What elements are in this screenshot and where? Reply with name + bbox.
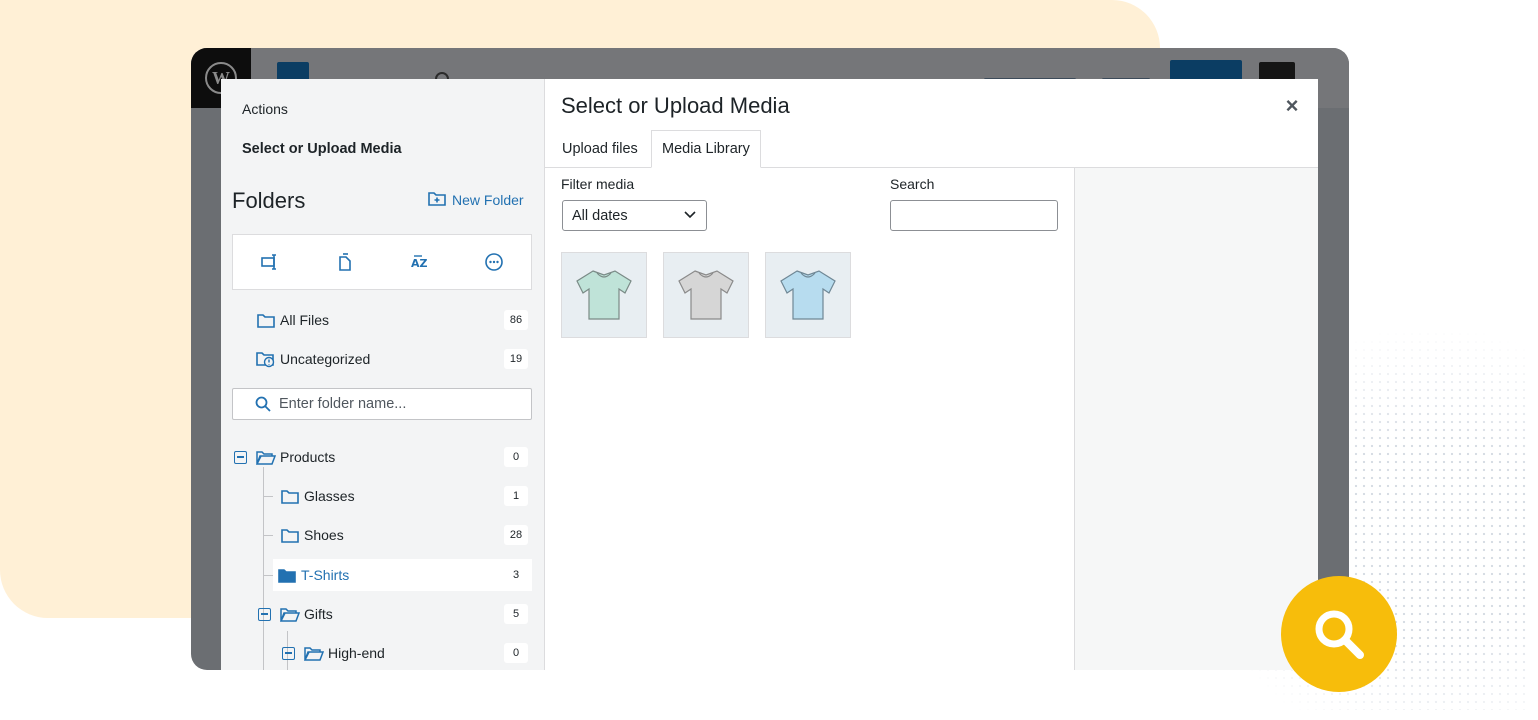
folder-count: 5 — [504, 604, 528, 624]
tshirt-icon — [576, 270, 632, 320]
open-folder-icon — [304, 644, 324, 662]
filter-media-label: Filter media — [561, 176, 635, 192]
folder-label: Uncategorized — [280, 351, 371, 367]
folder-search-input[interactable]: Enter folder name... — [232, 388, 532, 420]
collapse-icon[interactable] — [234, 450, 247, 464]
sidebar-title[interactable]: Select or Upload Media — [242, 141, 402, 157]
collapse-icon[interactable] — [258, 607, 271, 621]
folders-heading: Folders — [232, 188, 306, 213]
media-modal: Actions Select or Upload Media Folders N… — [221, 79, 1318, 670]
folder-item-products[interactable]: Products 0 — [232, 441, 532, 473]
folder-count: 0 — [504, 447, 528, 467]
folder-icon — [256, 311, 276, 329]
media-thumbnail[interactable] — [663, 252, 749, 338]
tab-media-library[interactable]: Media Library — [651, 130, 761, 168]
duplicate-icon[interactable] — [333, 250, 357, 274]
folder-count: 0 — [504, 643, 528, 663]
folder-label: High-end — [328, 645, 385, 661]
folder-item-t-shirts[interactable]: T-Shirts 3 — [273, 559, 532, 591]
tree-line — [263, 575, 273, 576]
folder-item-gifts[interactable]: Gifts 5 — [232, 598, 532, 630]
open-folder-icon — [256, 448, 276, 466]
date-filter-value: All dates — [572, 207, 628, 224]
chevron-down-icon — [683, 207, 697, 225]
search-icon — [1315, 610, 1364, 659]
folder-item-high-end[interactable]: High-end 0 — [232, 637, 532, 669]
folder-count: 28 — [504, 525, 528, 545]
uncategorized-folder-icon — [256, 350, 276, 368]
folder-label: Products — [280, 449, 336, 465]
search-label: Search — [890, 176, 935, 192]
media-thumbnail[interactable] — [561, 252, 647, 338]
rename-icon[interactable] — [258, 250, 282, 274]
folder-icon — [280, 487, 300, 505]
folder-count: 3 — [504, 565, 528, 585]
folder-item-all-files[interactable]: All Files 86 — [232, 304, 532, 336]
sort-az-icon[interactable]: AZ — [407, 250, 431, 274]
tshirt-icon — [678, 270, 734, 320]
attachment-details-panel — [1074, 168, 1318, 670]
folder-label: Glasses — [304, 488, 355, 504]
new-folder-icon — [428, 191, 446, 209]
actions-label: Actions — [242, 101, 288, 117]
collapse-icon[interactable] — [282, 646, 295, 660]
folder-icon — [280, 526, 300, 544]
search-icon — [255, 396, 271, 412]
tshirt-icon — [780, 270, 836, 320]
more-options-icon[interactable] — [482, 250, 506, 274]
modal-title: Select or Upload Media — [561, 93, 790, 118]
folder-sidebar: Actions Select or Upload Media Folders N… — [221, 79, 545, 670]
folder-item-uncategorized[interactable]: Uncategorized 19 — [232, 343, 532, 375]
date-filter-select[interactable]: All dates — [562, 200, 707, 231]
new-folder-label: New Folder — [452, 192, 524, 208]
folder-item-shoes[interactable]: Shoes 28 — [232, 519, 532, 551]
search-fab-button[interactable] — [1281, 576, 1397, 692]
media-browser: Filter media All dates Search — [545, 168, 1075, 670]
media-thumbnail[interactable] — [765, 252, 851, 338]
tab-upload-files[interactable]: Upload files — [552, 130, 648, 168]
folder-label: Shoes — [304, 527, 344, 543]
folder-count: 1 — [504, 486, 528, 506]
open-folder-icon — [280, 605, 300, 623]
close-icon[interactable]: × — [1281, 93, 1303, 119]
folder-label: Gifts — [304, 606, 333, 622]
folder-toolbar: AZ — [232, 234, 532, 290]
new-folder-button[interactable]: New Folder — [428, 191, 524, 209]
folder-search-placeholder: Enter folder name... — [279, 396, 407, 412]
folder-item-glasses[interactable]: Glasses 1 — [232, 480, 532, 512]
folder-label: T-Shirts — [301, 567, 350, 583]
media-search-input[interactable] — [890, 200, 1058, 231]
filled-folder-icon — [277, 566, 297, 584]
folder-count: 86 — [504, 310, 528, 330]
folder-label: All Files — [280, 312, 330, 328]
folder-count: 19 — [504, 349, 528, 369]
svg-text:AZ: AZ — [411, 257, 428, 270]
